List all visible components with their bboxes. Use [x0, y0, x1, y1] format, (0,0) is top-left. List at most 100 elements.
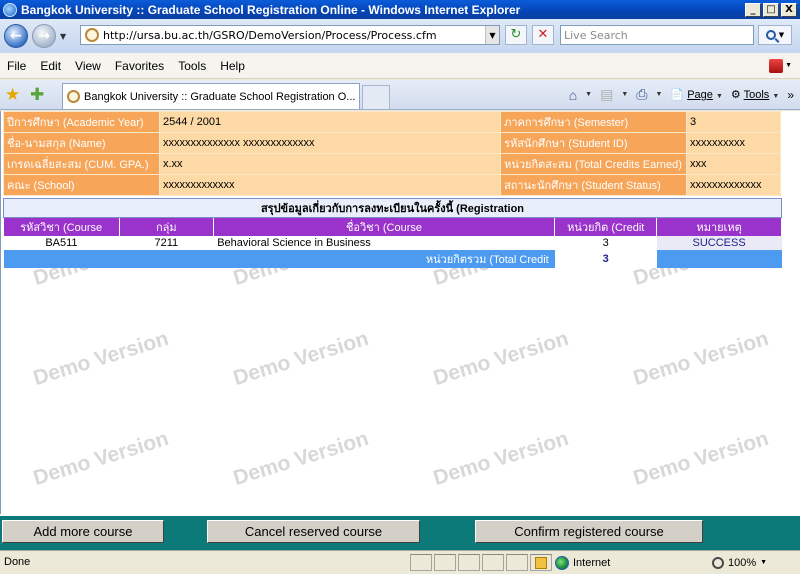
- zoom-level: 100%: [728, 556, 757, 569]
- menu-help[interactable]: Help: [213, 59, 252, 73]
- course-code: BA511: [3, 236, 120, 250]
- stop-button[interactable]: ✕: [532, 25, 554, 45]
- table-row: BA511 7211 Behavioral Science in Busines…: [3, 236, 782, 250]
- refresh-button[interactable]: ↻: [505, 25, 527, 45]
- back-button[interactable]: ←: [4, 24, 28, 48]
- demo-watermark: Demo Version: [30, 427, 172, 490]
- demo-watermark: Demo Version: [430, 327, 572, 390]
- header-credit: หน่วยกิต (Credit: [554, 217, 658, 236]
- feeds-icon[interactable]: ▤: [600, 86, 613, 103]
- menu-tools[interactable]: Tools: [171, 59, 213, 73]
- command-bar: ⌂ ▼ ▤ ▼ ⎙ ▼ 📄 Page ▼ ⚙ Tools ▼ »: [569, 86, 794, 103]
- page-icon-small: 📄: [670, 89, 685, 101]
- name-label: ชื่อ-นามสกุล (Name): [3, 132, 160, 154]
- arrow-right-icon: →: [38, 28, 50, 44]
- page-menu-button[interactable]: 📄 Page ▼: [670, 88, 722, 101]
- student-status-value: xxxxxxxxxxxxx: [686, 174, 781, 196]
- gpa-value: x.xx: [158, 153, 502, 175]
- action-button-bar: Add more course Cancel reserved course C…: [0, 514, 800, 550]
- tab-title: Bangkok University :: Graduate School Re…: [84, 90, 356, 103]
- menu-bar: File Edit View Favorites Tools Help ▼: [0, 53, 800, 79]
- total-row: หน่วยกิตรวม (Total Credit 3: [3, 250, 782, 268]
- tab-active[interactable]: Bangkok University :: Graduate School Re…: [62, 83, 360, 109]
- home-icon[interactable]: ⌂: [569, 87, 577, 103]
- status-text: Done: [4, 556, 31, 568]
- menu-favorites[interactable]: Favorites: [108, 59, 171, 73]
- menu-edit[interactable]: Edit: [33, 59, 68, 73]
- print-icon[interactable]: ⎙: [636, 86, 647, 103]
- registration-title-row: สรุปข้อมูลเกี่ยวกับการลงทะเบียนในครั้งนี…: [3, 198, 782, 218]
- header-remark: หมายเหตุ: [656, 217, 782, 236]
- zoom-control[interactable]: 100% ▼: [712, 554, 767, 571]
- tools-menu-label: Tools: [743, 89, 770, 101]
- page-menu-label: Page: [687, 89, 713, 101]
- minimize-button[interactable]: _: [745, 2, 761, 17]
- home-dropdown-icon[interactable]: ▼: [585, 91, 592, 98]
- search-button[interactable]: ▼: [758, 25, 792, 45]
- registration-table: สรุปข้อมูลเกี่ยวกับการลงทะเบียนในครั้งนี…: [3, 198, 782, 268]
- new-tab-button[interactable]: [362, 85, 390, 109]
- feeds-dropdown-icon[interactable]: ▼: [621, 91, 628, 98]
- chevron-more-icon[interactable]: »: [787, 88, 794, 102]
- header-section: กลุ่ม: [119, 217, 214, 236]
- protected-mode-segment[interactable]: [530, 554, 552, 571]
- status-segment: [482, 554, 504, 571]
- forward-button[interactable]: →: [32, 24, 56, 48]
- addon-dropdown-icon: ▼: [785, 62, 792, 69]
- search-input[interactable]: Live Search: [560, 25, 754, 45]
- info-row: เกรดเฉลี่ยสะสม (CUM. GPA.) x.xx หน่วยกิต…: [3, 153, 781, 175]
- demo-watermark: Demo Version: [30, 327, 172, 390]
- address-dropdown-icon[interactable]: ▼: [485, 26, 499, 44]
- course-remark: SUCCESS: [656, 236, 782, 250]
- tab-toolbar: ★ ✚ Bangkok University :: Graduate Schoo…: [0, 80, 800, 110]
- menu-extra[interactable]: ▼: [769, 58, 792, 73]
- status-segment: [506, 554, 528, 571]
- gpa-label: เกรดเฉลี่ยสะสม (CUM. GPA.): [3, 153, 160, 175]
- student-status-label: สถานะนักศึกษา (Student Status): [500, 174, 688, 196]
- address-input[interactable]: http://ursa.bu.ac.th/GSRO/DemoVersion/Pr…: [103, 29, 485, 42]
- cancel-reserved-course-button[interactable]: Cancel reserved course: [207, 520, 420, 543]
- address-bar[interactable]: http://ursa.bu.ac.th/GSRO/DemoVersion/Pr…: [80, 25, 500, 45]
- menu-view[interactable]: View: [68, 59, 108, 73]
- page-icon: [85, 28, 99, 42]
- student-info-table: ปีการศึกษา (Academic Year) 2544 / 2001 ภ…: [3, 111, 781, 196]
- info-row: คณะ (School) xxxxxxxxxxxxx สถานะนักศึกษา…: [3, 174, 781, 196]
- status-segment: [434, 554, 456, 571]
- demo-watermark: Demo Version: [630, 427, 772, 490]
- school-label: คณะ (School): [3, 174, 160, 196]
- tools-menu-button[interactable]: ⚙ Tools ▼: [731, 88, 779, 101]
- search-dropdown-icon: ▼: [778, 31, 785, 39]
- page-content: Demo Version Demo Version Demo Version D…: [0, 111, 800, 550]
- add-more-course-button[interactable]: Add more course: [2, 520, 164, 543]
- stop-icon: ✕: [537, 27, 549, 42]
- globe-icon: [555, 555, 569, 570]
- page-dropdown-icon: ▼: [715, 93, 723, 100]
- demo-watermark: Demo Version: [230, 327, 372, 390]
- student-id-label: รหัสนักศึกษา (Student ID): [500, 132, 688, 154]
- add-favorite-icon[interactable]: ✚: [30, 85, 44, 105]
- ie-app-icon: [3, 2, 17, 17]
- demo-watermark: Demo Version: [630, 327, 772, 390]
- total-credit-value: 3: [554, 250, 657, 268]
- tools-dropdown-icon: ▼: [772, 93, 780, 100]
- student-id-value: xxxxxxxxxx: [686, 132, 781, 154]
- tab-page-icon: [67, 90, 80, 103]
- registration-title: สรุปข้อมูลเกี่ยวกับการลงทะเบียนในครั้งนี…: [3, 198, 782, 218]
- favorites-star-icon[interactable]: ★: [5, 85, 20, 105]
- semester-label: ภาคการศึกษา (Semester): [500, 111, 688, 133]
- history-dropdown-icon[interactable]: ▼: [60, 32, 66, 41]
- security-zone[interactable]: Internet: [555, 554, 610, 571]
- header-course-name: ชื่อวิชา (Course: [213, 217, 556, 236]
- status-segment: [458, 554, 480, 571]
- menu-file[interactable]: File: [0, 59, 33, 73]
- total-credit-label: หน่วยกิตรวม (Total Credit: [3, 250, 555, 268]
- close-button[interactable]: X: [781, 2, 797, 17]
- print-dropdown-icon[interactable]: ▼: [655, 91, 662, 98]
- credits-earned-label: หน่วยกิตสะสม (Total Credits Earned): [500, 153, 688, 175]
- maximize-button[interactable]: □: [763, 2, 779, 17]
- window-title-bar[interactable]: Bangkok University :: Graduate School Re…: [0, 0, 800, 19]
- confirm-registered-course-button[interactable]: Confirm registered course: [475, 520, 703, 543]
- window-title: Bangkok University :: Graduate School Re…: [21, 2, 521, 17]
- status-bar: Done Internet 100% ▼: [0, 550, 800, 574]
- protected-mode-icon: [535, 557, 547, 569]
